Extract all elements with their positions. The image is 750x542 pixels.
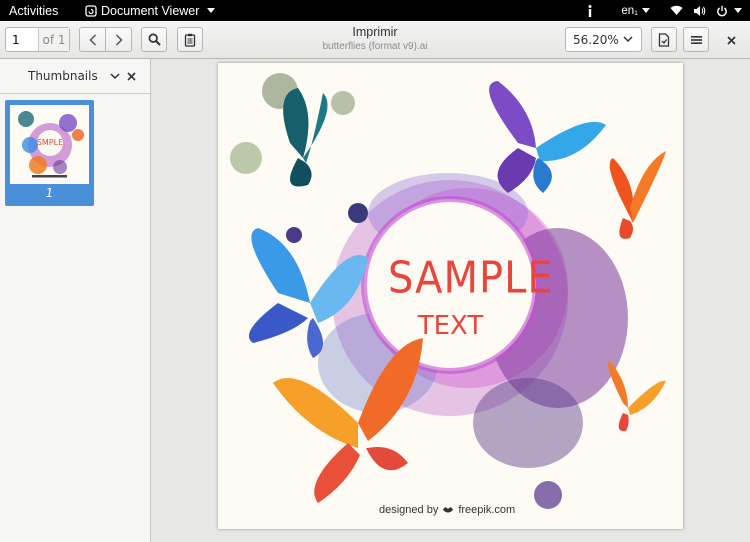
page-thumbnail-1[interactable]: SMPLE 1 [5,100,94,206]
volume-icon[interactable] [693,5,706,17]
clipboard-icon [184,33,196,47]
find-button[interactable] [141,27,167,52]
power-icon[interactable] [716,5,728,17]
previous-page-button[interactable] [79,27,106,52]
sidebar: Thumbnails SMPLE 1 [0,59,151,542]
page-credit: designed by freepik.com [379,504,515,516]
next-page-button[interactable] [105,27,132,52]
sidebar-mode-selector[interactable]: Thumbnails [28,69,120,83]
input-method-indicator[interactable]: en₁ [621,5,650,17]
chevron-right-icon [115,33,123,46]
svg-text:SMPLE: SMPLE [37,138,63,147]
document-page: SAMPLE TEXT designed by freepik.com [218,63,683,529]
hamburger-menu-icon [690,35,702,44]
page-number-input[interactable]: 1 [6,28,39,51]
chevron-left-icon [88,33,96,46]
thumbnail-page-label: 1 [45,186,54,200]
page-count-label: of 1 [39,28,69,51]
page-subline: TEXT [417,311,484,341]
wifi-icon[interactable] [670,5,683,16]
freepik-logo-icon [443,507,454,513]
credit-prefix: designed by [379,504,439,516]
document-viewer-app-icon [85,4,97,17]
page-selector[interactable]: 1 of 1 [5,27,70,52]
chevron-down-icon [642,8,650,13]
chevron-down-icon [207,8,216,13]
chevron-down-icon [110,72,120,79]
page-headline: SAMPLE [388,252,554,304]
document-view[interactable]: SAMPLE TEXT designed by freepik.com [151,59,750,542]
top-bar: Activities Document Viewer en₁ [0,0,750,21]
chevron-down-icon [734,8,742,13]
thumbnail-image: SMPLE [10,105,89,184]
main-menu-button[interactable] [683,27,709,52]
close-icon [726,35,736,45]
close-window-button[interactable] [724,33,738,47]
document-subtitle: butterflies (format v9).ai [322,41,428,52]
annotations-button[interactable] [177,27,203,52]
open-document-button[interactable] [651,27,677,52]
zoom-level: 56.20% [573,32,619,47]
document-open-icon [658,32,670,47]
document-title: Imprimir [352,25,398,39]
close-sidebar-icon[interactable] [127,71,136,81]
credit-brand: freepik.com [458,504,516,516]
zoom-selector[interactable]: 56.20% [565,27,642,52]
header-bar: 1 of 1 Imprimir butterflies (format v9).… [0,21,750,59]
sidebar-header: Thumbnails [0,59,150,94]
document-title-area: Imprimir butterflies (format v9).ai [250,25,500,52]
chevron-down-icon [623,36,633,43]
activities-button[interactable]: Activities [0,4,85,18]
accessibility-info-icon[interactable] [585,4,595,18]
search-icon [148,33,161,46]
input-method-label: en₁ [621,4,638,17]
app-menu[interactable]: Document Viewer [85,3,216,18]
app-menu-label: Document Viewer [101,3,200,18]
sidebar-mode-label: Thumbnails [28,69,98,83]
